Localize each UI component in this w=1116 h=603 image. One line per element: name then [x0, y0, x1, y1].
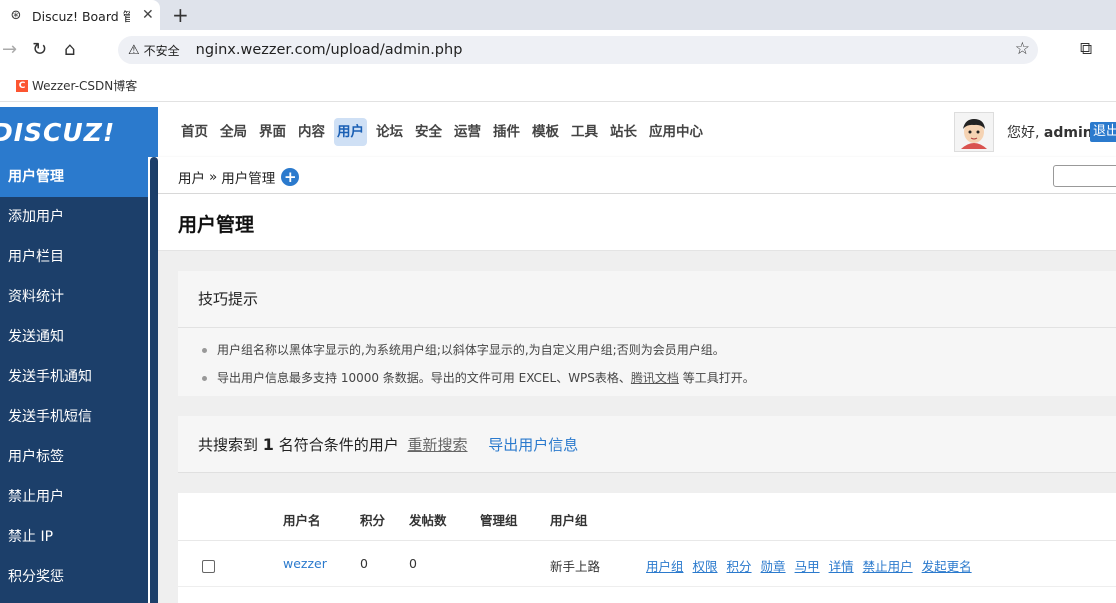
breadcrumb-separator: » [209, 169, 218, 185]
row-action-link[interactable]: 用户组 [646, 556, 684, 575]
avatar[interactable] [954, 112, 994, 152]
admin-search-input[interactable] [1053, 165, 1116, 187]
bookmark-wezzer-csdn[interactable]: Wezzer-CSDN博客 [32, 77, 137, 94]
sidebar-item[interactable]: 禁止 IP [0, 517, 148, 557]
top-navigation: 首页 全局 界面 内容 用户 论坛 安全 运营 插件 模板 工具 站长 应用中心 [178, 118, 712, 146]
bookmark-star-icon[interactable]: ☆ [1015, 39, 1030, 59]
bullet-icon [202, 348, 207, 353]
sidebar-item[interactable]: 用户管理 [0, 157, 148, 197]
admin-sidebar: 用户管理 添加用户 用户栏目 资料统计 发送通知 发送手机通知 发送手机短信 用户标签 禁止用户… [0, 157, 148, 603]
topnav-item[interactable]: 界面 [256, 118, 289, 146]
row-action-link[interactable]: 发起更名 [922, 556, 972, 575]
sidebar-item[interactable]: 发送手机短信 [0, 397, 148, 437]
row-action-link[interactable]: 马甲 [795, 556, 820, 575]
table-header: 用户名 积分 发帖数 管理组 用户组 [178, 493, 1116, 541]
breadcrumb-bar: 用户 » 用户管理 + [158, 157, 1116, 194]
browser-toolbar: → ↻ ⌂ ⚠ 不安全 nginx.wezzer.com/upload/admi… [0, 30, 1116, 70]
row-action-link[interactable]: 禁止用户 [863, 556, 913, 575]
topnav-item[interactable]: 运营 [451, 118, 484, 146]
export-users-link[interactable]: 导出用户信息 [488, 436, 578, 454]
row-action-link[interactable]: 勋章 [761, 556, 786, 575]
topnav-item[interactable]: 站长 [607, 118, 640, 146]
user-table: 用户名 积分 发帖数 管理组 用户组 wezzer 0 0 新手上路 用户组 权限… [178, 493, 1116, 603]
breadcrumb-current: 用户管理 [221, 171, 276, 187]
topnav-item[interactable]: 内容 [295, 118, 328, 146]
cell-user-group: 新手上路 [550, 559, 601, 574]
breadcrumb: 用户 » 用户管理 + [178, 167, 300, 187]
breadcrumb-parent[interactable]: 用户 [178, 167, 205, 187]
discuz-favicon-icon: ⊛ [10, 7, 22, 23]
add-shortcut-icon[interactable]: + [281, 168, 300, 186]
header-posts: 发帖数 [409, 513, 447, 528]
home-icon[interactable]: ⌂ [64, 39, 75, 60]
main-content: 技巧提示 用户组名称以黑体字显示的,为系统用户组;以斜体字显示的,为自定义用户组… [158, 251, 1116, 603]
new-tab-button[interactable]: + [172, 3, 189, 27]
address-bar[interactable]: ⚠ 不安全 nginx.wezzer.com/upload/admin.php … [118, 36, 1038, 64]
sidebar-item[interactable]: 用户标签 [0, 437, 148, 477]
username-label: admin [1043, 125, 1093, 141]
csdn-icon: C [16, 79, 28, 92]
header-username: 用户名 [283, 513, 321, 528]
topnav-item[interactable]: 应用中心 [646, 118, 706, 146]
security-indicator[interactable]: ⚠ 不安全 [128, 42, 180, 59]
topnav-item[interactable]: 安全 [412, 118, 445, 146]
table-row: wezzer 0 0 新手上路 用户组 权限 积分 勋章 马甲 详情 禁止用户 发起更名 [178, 541, 1116, 587]
tips-heading: 技巧提示 [178, 271, 1116, 328]
logout-button[interactable]: 退出 [1090, 122, 1116, 142]
cell-credits: 0 [360, 556, 368, 571]
topnav-item[interactable]: 插件 [490, 118, 523, 146]
sidebar-item[interactable]: 资料统计 [0, 277, 148, 317]
discuz-logo[interactable]: DISCUZ! [0, 107, 158, 157]
topnav-item[interactable]: 用户 [334, 118, 367, 146]
tab-title: Discuz! Board 管理中心 [32, 8, 130, 24]
tips-panel: 技巧提示 用户组名称以黑体字显示的,为系统用户组;以斜体字显示的,为自定义用户组… [178, 271, 1116, 396]
result-count: 1 [262, 435, 274, 454]
sidebar-item[interactable]: 积分奖惩 [0, 557, 148, 597]
row-action-link[interactable]: 权限 [693, 556, 718, 575]
sidebar-item[interactable]: 禁止用户 [0, 477, 148, 517]
close-tab-icon[interactable]: ✕ [142, 7, 154, 23]
cell-username[interactable]: wezzer [283, 556, 327, 571]
extensions-icon[interactable]: ⧉ [1080, 39, 1092, 59]
admin-header: 首页 全局 界面 内容 用户 论坛 安全 运营 插件 模板 工具 站长 应用中心 您好, admin 退… [158, 107, 1116, 157]
user-greeting: 您好, admin [1007, 125, 1093, 141]
row-actions: 用户组 权限 积分 勋章 马甲 详情 禁止用户 发起更名 [646, 556, 981, 575]
research-link[interactable]: 重新搜索 [407, 436, 467, 454]
sidebar-item[interactable]: 发送通知 [0, 317, 148, 357]
bullet-icon [202, 376, 207, 381]
tip-item: 导出用户信息最多支持 10000 条数据。导出的文件可用 EXCEL、WPS表格… [202, 364, 1116, 392]
tencent-docs-link[interactable]: 腾讯文档 [631, 371, 679, 385]
avatar-face-icon [955, 113, 993, 151]
sidebar-item[interactable]: 用户栏目 [0, 237, 148, 277]
sidebar-item[interactable]: 添加用户 [0, 197, 148, 237]
topnav-item[interactable]: 模板 [529, 118, 562, 146]
header-user-group: 用户组 [550, 513, 588, 528]
browser-tab-strip: ⊛ Discuz! Board 管理中心 ✕ + [0, 0, 1116, 30]
row-action-link[interactable]: 积分 [727, 556, 752, 575]
topnav-item[interactable]: 工具 [568, 118, 601, 146]
insecure-label: 不安全 [143, 43, 180, 58]
search-result-summary: 共搜索到 1 名符合条件的用户 重新搜索 导出用户信息 [178, 416, 1116, 473]
header-credits: 积分 [360, 513, 386, 528]
tip-item: 用户组名称以黑体字显示的,为系统用户组;以斜体字显示的,为自定义用户组;否则为会… [202, 336, 1116, 364]
warning-icon: ⚠ [128, 42, 140, 58]
topnav-item[interactable]: 论坛 [373, 118, 406, 146]
browser-tab[interactable]: ⊛ Discuz! Board 管理中心 ✕ [0, 0, 160, 30]
forward-icon[interactable]: → [2, 39, 17, 60]
topnav-item[interactable]: 首页 [178, 118, 211, 146]
tips-list: 用户组名称以黑体字显示的,为系统用户组;以斜体字显示的,为自定义用户组;否则为会… [178, 328, 1116, 392]
cell-posts: 0 [409, 556, 417, 571]
header-admin-group: 管理组 [480, 513, 518, 528]
bookmarks-bar: C Wezzer-CSDN博客 [0, 70, 1116, 102]
row-action-link[interactable]: 详情 [829, 556, 854, 575]
row-checkbox[interactable] [202, 560, 215, 573]
page-title: 用户管理 [178, 214, 255, 236]
sidebar-scrollbar[interactable] [150, 157, 158, 603]
reload-icon[interactable]: ↻ [32, 39, 47, 60]
title-bar: 用户管理 [158, 194, 1116, 251]
topnav-item[interactable]: 全局 [217, 118, 250, 146]
url-text[interactable]: nginx.wezzer.com/upload/admin.php [196, 42, 463, 58]
sidebar-item[interactable]: 发送手机通知 [0, 357, 148, 397]
